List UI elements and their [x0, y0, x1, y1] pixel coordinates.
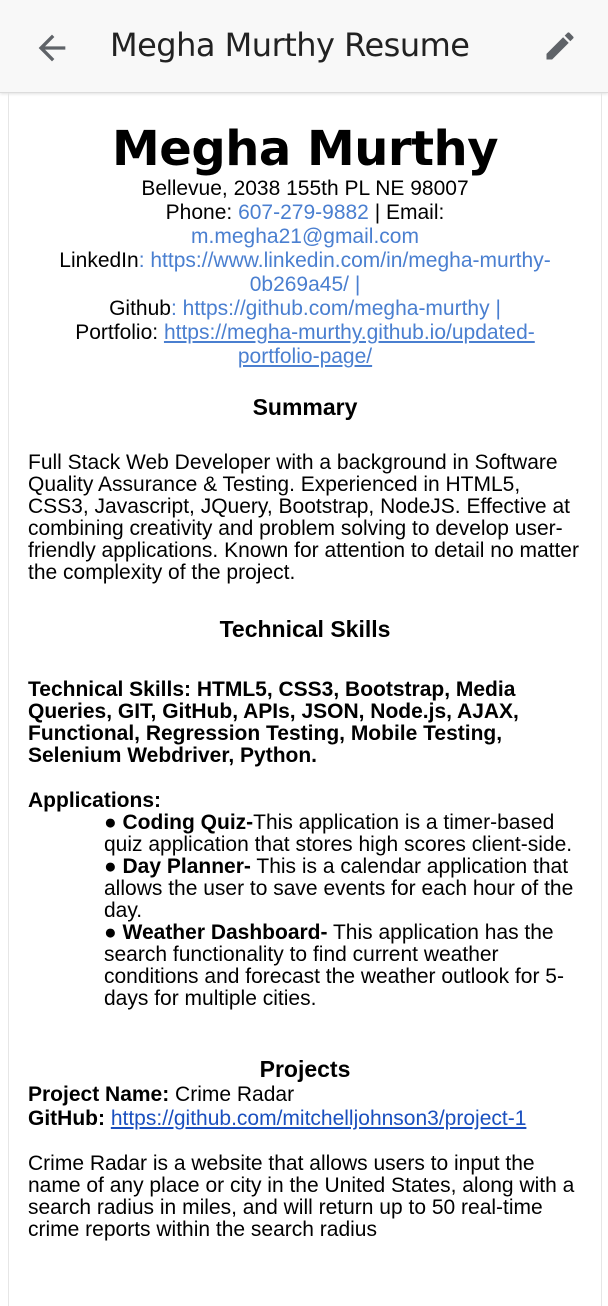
email-label: | Email:	[368, 201, 445, 224]
projects-heading: Projects	[259, 1056, 351, 1082]
summary-text: Full Stack Web Developer with a backgrou…	[28, 451, 579, 584]
linkedin-link[interactable]: https://www.linkedin.com/in/megha-murthy…	[150, 249, 550, 296]
applications-list: ● Coding Quiz-This application is a time…	[9, 812, 601, 1010]
resume-name: Megha Murthy	[112, 121, 498, 177]
resume-header: Megha Murthy Bellevue, 2038 155th PL NE …	[9, 93, 601, 369]
project-github-link[interactable]: https://github.com/mitchelljohnson3/proj…	[111, 1107, 527, 1130]
phone-label: Phone:	[165, 201, 239, 224]
portfolio-label: Portfolio:	[75, 321, 164, 344]
project-github-line: GitHub: https://github.com/mitchelljohns…	[9, 1107, 601, 1131]
technical-skills-heading: Technical Skills	[219, 616, 391, 642]
project-name-line: Project Name: Crime Radar	[9, 1083, 601, 1107]
phone-link[interactable]: 607-279-9882	[238, 201, 369, 224]
applications-heading: Applications:	[28, 789, 162, 812]
github-link[interactable]: https://github.com/megha-murthy |	[183, 297, 501, 320]
app-bar: Megha Murthy Resume	[0, 0, 608, 93]
github-label: Github	[109, 297, 171, 320]
summary-heading: Summary	[252, 394, 358, 420]
github-line: Github: https://github.com/megha-murthy …	[35, 297, 575, 321]
list-item: ● Coding Quiz-This application is a time…	[104, 812, 583, 856]
resume-document: Megha Murthy Bellevue, 2038 155th PL NE …	[8, 93, 602, 1306]
page-title: Megha Murthy Resume	[110, 26, 470, 64]
project-github-label: GitHub:	[28, 1107, 105, 1130]
project-description: Crime Radar is a website that allows use…	[28, 1152, 575, 1241]
app-name: ● Day Planner-	[104, 855, 251, 878]
contact-info: Bellevue, 2038 155th PL NE 98007 Phone: …	[35, 177, 575, 369]
project-name-label: Project Name:	[28, 1083, 170, 1106]
app-name: ● Coding Quiz-	[104, 811, 254, 834]
app-name: ● Weather Dashboard-	[104, 921, 328, 944]
linkedin-label: LinkedIn	[59, 249, 139, 272]
github-colon: :	[170, 297, 183, 320]
list-item: ● Weather Dashboard- This application ha…	[104, 922, 583, 1010]
portfolio-line: Portfolio: https://megha-murthy.github.i…	[35, 321, 575, 369]
linkedin-line: LinkedIn: https://www.linkedin.com/in/me…	[35, 249, 575, 297]
list-item: ● Day Planner- This is a calendar applic…	[104, 856, 583, 922]
technical-skills-text: Technical Skills: HTML5, CSS3, Bootstrap…	[28, 678, 519, 767]
phone-email-line: Phone: 607-279-9882 | Email:	[35, 201, 575, 225]
edit-button[interactable]	[542, 28, 582, 68]
arrow-left-icon	[38, 34, 66, 62]
portfolio-link[interactable]: https://megha-murthy.github.io/updated-p…	[164, 321, 535, 368]
back-button[interactable]	[32, 28, 72, 68]
project-name: Crime Radar	[169, 1083, 295, 1106]
linkedin-colon: :	[138, 249, 151, 272]
address: Bellevue, 2038 155th PL NE 98007	[141, 177, 469, 200]
email-link[interactable]: m.megha21@gmail.com	[191, 225, 419, 248]
pencil-icon	[546, 32, 574, 60]
